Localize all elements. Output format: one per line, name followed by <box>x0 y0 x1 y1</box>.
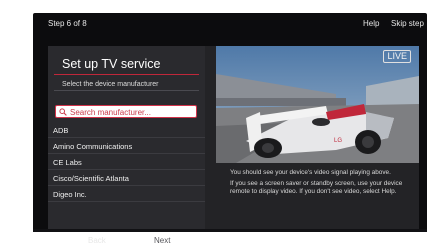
list-item-label: Amino Communications <box>53 142 133 151</box>
page-subtitle: Select the device manufacturer <box>62 81 159 88</box>
manufacturer-panel: Set up TV service Select the device manu… <box>48 46 205 245</box>
list-item-label: CE Labs <box>53 158 82 167</box>
list-item-label: Digeo Inc. <box>53 190 87 199</box>
top-bar: Step 6 of 8 Help Skip step <box>33 13 427 35</box>
list-item-ce-labs[interactable]: CE Labs <box>48 155 205 170</box>
race-car-image: LG <box>216 46 419 163</box>
divider <box>48 201 205 202</box>
car-brand-label: LG <box>334 138 342 144</box>
setup-panel: Set up TV service Select the device manu… <box>48 46 419 245</box>
list-item-cisco[interactable]: Cisco/Scientific Atlanta <box>48 171 205 186</box>
page-title: Set up TV service <box>62 57 161 71</box>
divider <box>48 137 205 138</box>
list-item-adb[interactable]: ADB <box>48 123 205 138</box>
list-item-amino[interactable]: Amino Communications <box>48 139 205 154</box>
divider <box>48 153 205 154</box>
title-underline <box>54 74 199 75</box>
help-button[interactable]: Help <box>363 19 379 28</box>
bottom-edge <box>33 229 427 232</box>
skip-step-button[interactable]: Skip step <box>391 19 424 28</box>
tv-frame: Step 6 of 8 Help Skip step Set up TV ser… <box>33 13 427 245</box>
step-indicator: Step 6 of 8 <box>48 19 87 28</box>
search-input[interactable]: Search manufacturer... <box>55 105 197 118</box>
divider <box>48 169 205 170</box>
list-item-digeo[interactable]: Digeo Inc. <box>48 187 205 202</box>
video-message-line1: You should see your device's video signa… <box>230 169 391 176</box>
list-item-label: ADB <box>53 126 69 135</box>
divider <box>54 90 199 91</box>
live-badge: LIVE <box>383 50 411 63</box>
search-icon <box>59 108 67 116</box>
video-message-line2: If you see a screen saver or standby scr… <box>230 180 403 195</box>
list-item-label: Cisco/Scientific Atlanta <box>53 174 129 183</box>
video-message: You should see your device's video signa… <box>216 163 419 229</box>
divider <box>48 185 205 186</box>
search-placeholder: Search manufacturer... <box>70 108 151 117</box>
video-preview: LG LIVE <box>216 46 419 163</box>
